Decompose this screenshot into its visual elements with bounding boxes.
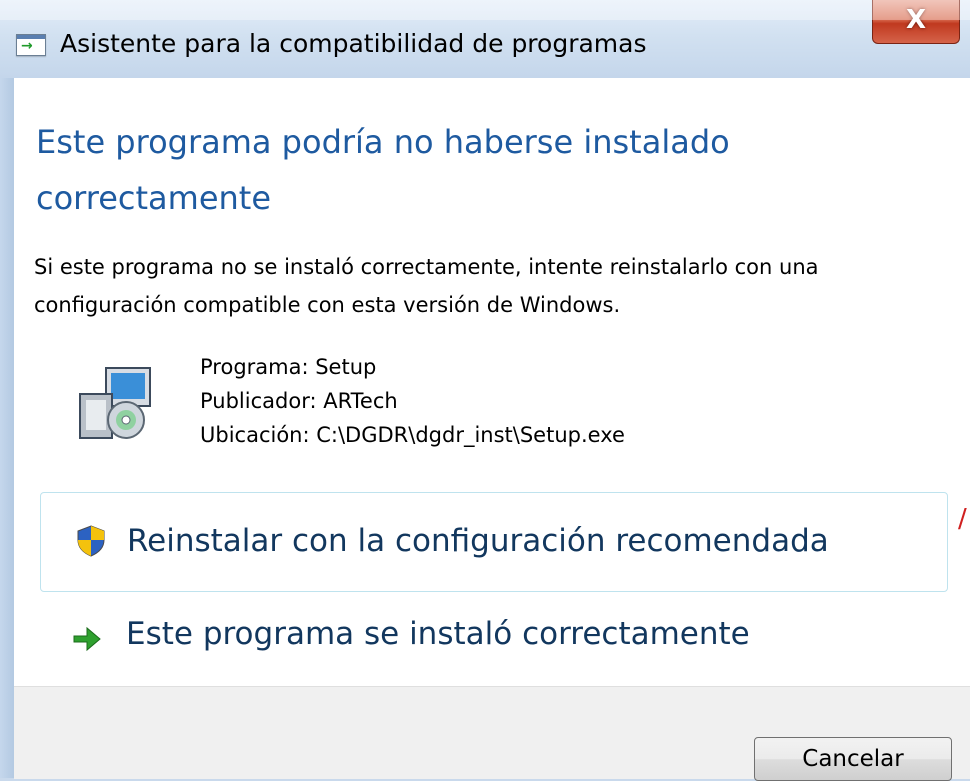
program-details: Programa: Setup Publicador: ARTech Ubica… — [200, 350, 625, 452]
reinstall-recommended-button[interactable]: Reinstalar con la configuración recomend… — [40, 492, 948, 592]
reinstall-label: Reinstalar con la configuración recomend… — [127, 523, 829, 559]
cancel-button[interactable]: Cancelar — [754, 737, 952, 781]
window-title: Asistente para la compatibilidad de prog… — [60, 29, 647, 58]
green-arrow-icon — [73, 626, 101, 652]
main-instruction: Este programa podría no haberse instalad… — [36, 123, 730, 217]
red-annotation-mark: / — [958, 504, 967, 534]
title-bar: → Asistente para la compatibilidad de pr… — [0, 0, 970, 78]
program-location: Ubicación: C:\DGDR\dgdr_inst\Setup.exe — [200, 423, 625, 447]
description-text: Si este programa no se instaló correctam… — [34, 255, 819, 317]
program-publisher: Publicador: ARTech — [200, 389, 398, 413]
window-frame-left — [0, 78, 14, 778]
program-name: Programa: Setup — [200, 355, 377, 379]
uac-shield-icon — [77, 525, 105, 557]
compatibility-assistant-icon: → — [16, 34, 46, 56]
setup-program-icon — [79, 367, 151, 439]
installed-correctly-button[interactable]: Este programa se instaló correctamente — [40, 600, 948, 670]
dialog-content: Este programa podría no haberse instalad… — [14, 78, 970, 686]
close-button[interactable]: X — [872, 0, 960, 44]
dialog-footer: Cancelar — [14, 686, 970, 781]
installed-correctly-label: Este programa se instaló correctamente — [126, 616, 750, 652]
